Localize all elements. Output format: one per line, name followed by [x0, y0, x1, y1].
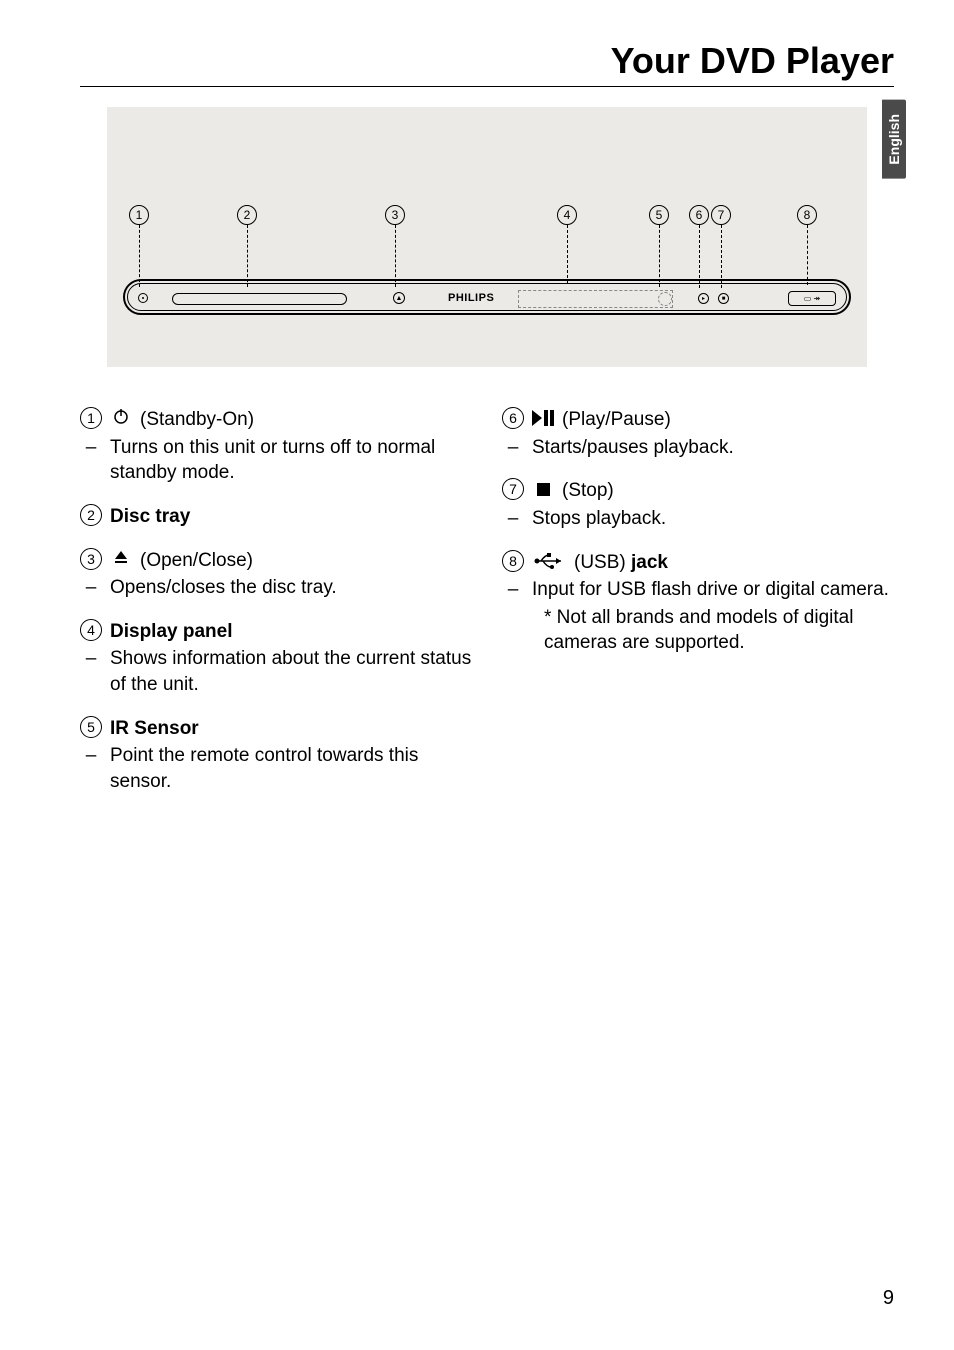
callout-8: 8: [797, 205, 817, 225]
item-desc: Stops playback.: [532, 506, 894, 532]
page-number: 9: [883, 1287, 894, 1310]
item-8: 8 (USB) jack: [502, 550, 894, 657]
callout-1: 1: [129, 205, 149, 225]
circled-number: 3: [80, 548, 102, 570]
item-label: (USB) jack: [574, 550, 668, 576]
callout-3: 3: [385, 205, 405, 225]
circled-number: 1: [80, 407, 102, 429]
diag-standby-button: [138, 293, 148, 303]
usb-icon: [532, 550, 566, 572]
item-desc: Turns on this unit or turns off to norma…: [110, 435, 472, 486]
item-desc: Input for USB flash drive or digital cam…: [532, 577, 894, 603]
eject-icon: [110, 548, 132, 570]
item-3: 3 (Open/Close) – Opens/closes the disc t…: [80, 548, 472, 601]
left-column: 1 (Standby-On) – Turns on this unit or t…: [80, 407, 472, 813]
item-label: (Play/Pause): [562, 407, 671, 433]
callout-6: 6: [689, 205, 709, 225]
page-title: Your DVD Player: [80, 40, 894, 82]
item-label: Disc tray: [110, 506, 190, 527]
item-7: 7 (Stop) – Stops playback.: [502, 478, 894, 531]
circled-number: 5: [80, 716, 102, 738]
circled-number: 2: [80, 504, 102, 526]
right-column: 6 (Play/Pause) – Starts/pauses playback.: [502, 407, 894, 813]
header: Your DVD Player: [80, 40, 894, 87]
stop-icon: [532, 478, 554, 500]
item-desc: Shows information about the current stat…: [110, 646, 472, 697]
item-label: (Open/Close): [140, 548, 253, 574]
play-pause-icon: [532, 407, 554, 429]
item-6: 6 (Play/Pause) – Starts/pauses playback.: [502, 407, 894, 460]
item-label: (Stop): [562, 478, 614, 504]
item-4: 4 Display panel – Shows information abou…: [80, 619, 472, 698]
circled-number: 7: [502, 478, 524, 500]
item-2: 2 Disc tray: [80, 504, 472, 530]
item-note: * Not all brands and models of digital c…: [502, 605, 894, 656]
device-outline: ▲ PHILIPS ▸ ■ ▭ ↠: [123, 279, 851, 315]
diag-ir-sensor: [658, 292, 672, 306]
item-label: IR Sensor: [110, 718, 199, 739]
circled-number: 8: [502, 550, 524, 572]
item-desc: Point the remote control towards this se…: [110, 743, 472, 794]
diag-usb-jack: ▭ ↠: [788, 291, 836, 306]
diag-disc-tray: [172, 293, 347, 305]
callout-4: 4: [557, 205, 577, 225]
language-tab: English: [882, 100, 906, 179]
circled-number: 4: [80, 619, 102, 641]
item-desc: Opens/closes the disc tray.: [110, 575, 472, 601]
callout-7: 7: [711, 205, 731, 225]
item-label: Display panel: [110, 621, 233, 642]
item-5: 5 IR Sensor – Point the remote control t…: [80, 716, 472, 795]
diag-eject-button: ▲: [393, 292, 405, 304]
description-columns: 1 (Standby-On) – Turns on this unit or t…: [80, 407, 894, 813]
circled-number: 6: [502, 407, 524, 429]
device-diagram: 1 2 3 4 5 6 7 8 ▲ PHILIPS ▸ ■ ▭ ↠: [107, 107, 867, 367]
power-icon: [110, 407, 132, 430]
item-label: (Standby-On): [140, 407, 254, 433]
diag-display-panel: [518, 290, 673, 308]
diag-play-pause-button: ▸: [698, 293, 709, 304]
callout-5: 5: [649, 205, 669, 225]
item-desc: Starts/pauses playback.: [532, 435, 894, 461]
callout-2: 2: [237, 205, 257, 225]
brand-logo: PHILIPS: [448, 292, 494, 304]
item-1: 1 (Standby-On) – Turns on this unit or t…: [80, 407, 472, 486]
diag-stop-button: ■: [718, 293, 729, 304]
